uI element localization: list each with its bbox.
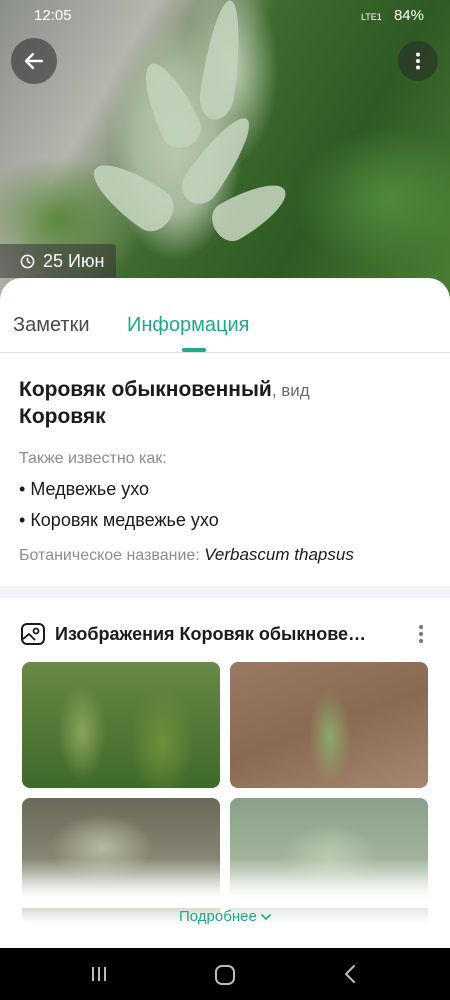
- card-more-icon[interactable]: [418, 624, 424, 644]
- more-label: Подробнее: [179, 908, 257, 925]
- tab-notes[interactable]: Заметки: [13, 314, 90, 337]
- aka-item: • Коровяк медвежье ухо: [19, 510, 219, 530]
- screen: 12:05 LTE1 84% 25 Июн Заметки Информация…: [0, 0, 450, 1000]
- plant-title: Коровяк обыкновенный, вид: [19, 376, 310, 405]
- fade-overlay: [0, 858, 450, 908]
- images-card-title: Изображения Коровяк обыкнове…: [55, 624, 367, 644]
- tab-information[interactable]: Информация: [127, 314, 249, 337]
- rank-label: , вид: [271, 381, 310, 400]
- status-time: 12:05: [34, 7, 72, 24]
- home-icon[interactable]: [214, 964, 236, 986]
- images-card: Изображения Коровяк обыкнове… Подробнее: [0, 598, 450, 948]
- aka-item-text: Медвежье ухо: [30, 479, 150, 499]
- status-bar: 12:05 LTE1 84%: [0, 0, 450, 30]
- recents-icon[interactable]: [89, 964, 109, 984]
- back-button[interactable]: [11, 38, 57, 84]
- more-vert-icon: [416, 52, 420, 70]
- network-indicator: LTE1: [360, 12, 382, 22]
- status-right: LTE1 84%: [361, 7, 424, 24]
- plant-leaf: [132, 55, 208, 155]
- plant-image-thumbnail[interactable]: [22, 662, 220, 788]
- botanical-label: Ботаническое название:: [19, 547, 205, 564]
- date-label: 25 Июн: [43, 250, 105, 271]
- genus-name[interactable]: Коровяк: [19, 405, 106, 429]
- battery-level: 84%: [393, 7, 424, 24]
- aka-label: Также известно как:: [19, 450, 167, 467]
- info-sheet: Заметки Информация Коровяк обыкновенный,…: [0, 278, 450, 586]
- back-arrow-icon: [24, 52, 44, 70]
- more-options-button[interactable]: [398, 41, 438, 81]
- system-nav-bar: [0, 948, 450, 1000]
- chevron-down-icon: [261, 914, 271, 921]
- clock-icon: [20, 254, 35, 268]
- back-nav-icon[interactable]: [342, 964, 358, 984]
- common-name: Коровяк обыкновенный: [19, 378, 272, 401]
- plant-leaf: [82, 151, 182, 239]
- tab-bar: Заметки Информация: [0, 278, 450, 353]
- botanical-name: Verbascum thapsus: [204, 545, 354, 564]
- more-link[interactable]: Подробнее: [0, 908, 450, 925]
- plant-image-thumbnail[interactable]: [230, 662, 428, 788]
- aka-item: • Медвежье ухо: [19, 479, 150, 499]
- tab-active-indicator: [182, 348, 206, 352]
- botanical-name-row: Ботаническое название: Verbascum thapsus: [19, 545, 354, 565]
- date-chip: 25 Июн: [0, 244, 117, 278]
- gallery-icon: [21, 623, 45, 645]
- aka-item-text: Коровяк медвежье ухо: [30, 510, 219, 530]
